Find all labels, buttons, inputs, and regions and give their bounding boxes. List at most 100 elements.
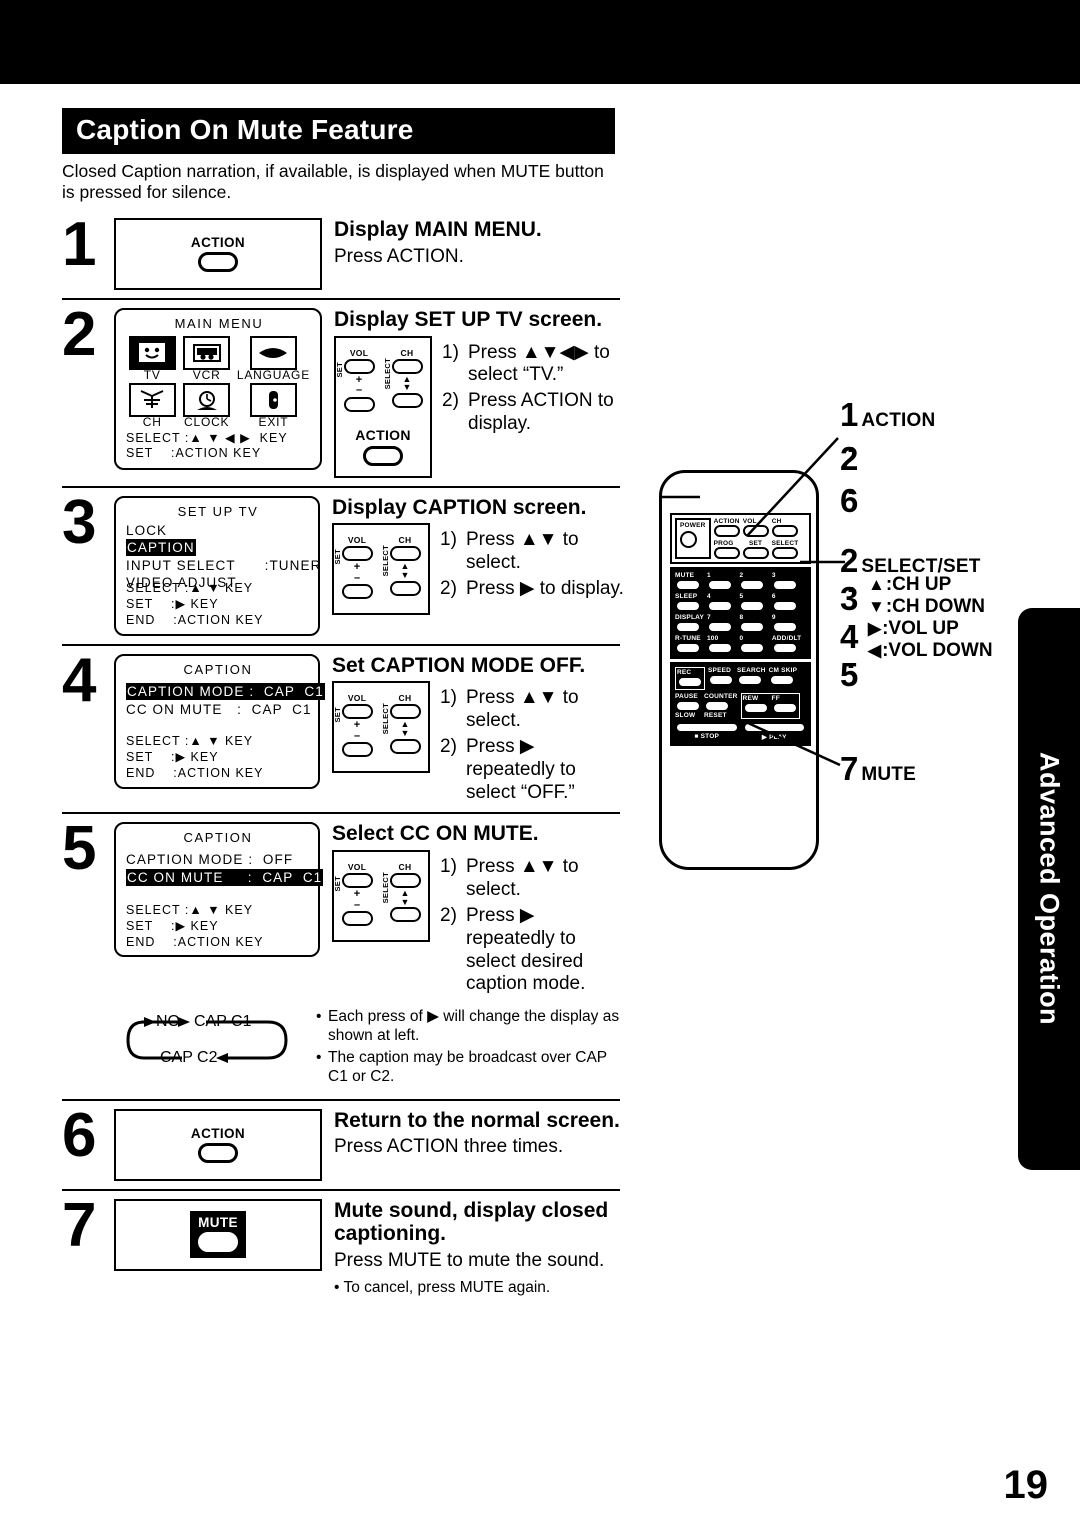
set-side-label: SET: [333, 707, 342, 723]
step-text: Return to the normal screen. Press ACTIO…: [322, 1109, 624, 1181]
step-visual: MUTE: [114, 1198, 322, 1298]
button-label: MUTE: [198, 1215, 238, 1231]
vcr-icon: [183, 335, 231, 370]
osd-title: SET UP TV: [177, 503, 259, 519]
step-heading: Display SET UP TV screen.: [334, 307, 603, 331]
vol-rocker[interactable]: SET VOL + –: [333, 535, 376, 600]
menu-cell-label: VCR: [192, 367, 221, 382]
ch-down-button[interactable]: [391, 392, 423, 408]
setup-tv-osd: SET UP TV LOCK CAPTION INPUT SELECT :TUN…: [114, 495, 320, 636]
legend-vol-down: ◀ :VOL DOWN: [868, 640, 993, 662]
step-visual: SET UP TV LOCK CAPTION INPUT SELECT :TUN…: [114, 495, 320, 636]
menu-cell-exit[interactable]: EXIT: [237, 382, 310, 429]
menu-cell-language[interactable]: LANGUAGE: [236, 335, 310, 382]
osd-row-label: CAPTION MODE: [126, 852, 244, 868]
ch-up-button[interactable]: [389, 873, 421, 889]
step-number: 5: [62, 814, 97, 884]
callout-number: 7: [840, 750, 859, 787]
list-marker: 2): [440, 904, 457, 926]
button-oval-icon: [198, 1143, 238, 1164]
vol-rocker[interactable]: SET VOL + –: [333, 862, 376, 927]
ch-label: CH: [398, 693, 412, 704]
osd-row[interactable]: INPUT SELECT :TUNER: [126, 557, 320, 574]
down-glyph: ▼: [400, 569, 410, 580]
step-heading: Select CC ON MUTE.: [332, 822, 539, 846]
list-item: 2) Press ▶ repeatedly to select desired …: [440, 905, 624, 996]
callout-number: 5: [840, 656, 859, 693]
vol-rocker[interactable]: SET VOL + –: [335, 348, 378, 413]
note-text: The caption may be broadcast over CAP C1…: [328, 1049, 607, 1085]
ch-label: CH: [400, 347, 414, 358]
osd-row[interactable]: CC ON MUTE : CAP C1: [126, 701, 311, 718]
step-5: 5 CAPTION CAPTION MODE : OFF CC ON MUTE …: [62, 814, 624, 1004]
menu-cell-vcr[interactable]: VCR: [182, 335, 231, 382]
osd-row-highlighted[interactable]: CAPTION: [126, 538, 310, 557]
vol-rocker[interactable]: SET VOL + –: [333, 693, 376, 758]
list-item: 2) Press ▶ repeatedly to select “OFF.”: [440, 736, 624, 804]
osd-row[interactable]: LOCK: [126, 522, 310, 539]
exit-door-icon: [249, 382, 297, 417]
osd-row-value: : CAP C1: [247, 869, 323, 885]
ch-up-button[interactable]: [389, 704, 421, 720]
osd-row[interactable]: CAPTION MODE : OFF: [126, 851, 310, 868]
osd-row-label: CC ON MUTE: [127, 869, 224, 885]
callout-5: 5: [840, 656, 859, 693]
osd-footer-end: END :ACTION KEY: [126, 765, 264, 780]
step-text: Display MAIN MENU. Press ACTION.: [322, 218, 624, 290]
remote-inset: SET VOL + – SELECT CH ▲ ▼: [332, 681, 430, 774]
select-side-label: SELECT: [381, 545, 390, 577]
ch-up-button[interactable]: [391, 358, 423, 374]
caption-mode-cycle-diagram: NO CAP C1 CAP C2: [120, 1008, 310, 1080]
legend-text: :VOL UP: [882, 618, 959, 639]
inverted-key-area: MUTE: [190, 1211, 246, 1259]
action-button[interactable]: [363, 445, 403, 466]
legend-text: :CH UP: [885, 574, 952, 595]
vol-up-button[interactable]: [343, 358, 375, 374]
vol-down-button[interactable]: [341, 584, 373, 600]
ch-down-button[interactable]: [389, 738, 421, 754]
vol-up-button[interactable]: [341, 873, 373, 889]
bullet-icon: •: [316, 1008, 322, 1026]
osd-row-highlighted[interactable]: CAPTION MODE : CAP C1: [126, 682, 325, 701]
step-note: • To cancel, press MUTE again.: [334, 1279, 551, 1297]
step-visual: ACTION: [114, 1108, 322, 1181]
list-body: Press ▲▼ to select.: [466, 529, 579, 574]
menu-cell-tv[interactable]: TV: [128, 335, 176, 382]
vol-down-button[interactable]: [341, 911, 373, 927]
list-marker: 1): [440, 687, 457, 709]
osd-title: CAPTION: [183, 661, 253, 677]
list-body: Press ▲▼ to select.: [466, 687, 579, 732]
vol-up-button[interactable]: [341, 704, 373, 720]
ch-rocker[interactable]: SELECT CH ▲ ▼: [383, 347, 426, 413]
step-text: Set CAPTION MODE OFF. SET VOL + – SELECT…: [320, 654, 624, 805]
ch-rocker[interactable]: SELECT CH ▲ ▼: [381, 862, 424, 927]
ch-down-button[interactable]: [389, 907, 421, 923]
menu-cell-ch[interactable]: CH: [128, 382, 176, 429]
down-glyph: ▼: [400, 896, 410, 907]
callouts-column: 1 ACTION . 2 . 6 2 SELECT/SET . 3 . 4 . …: [640, 390, 1080, 910]
callout-6: 6: [840, 484, 858, 517]
ch-rocker[interactable]: SELECT CH ▲ ▼: [381, 535, 424, 600]
osd-footer-set: SET :▶ KEY: [126, 918, 219, 933]
list-body: Press ▶ repeatedly to select “OFF.”: [466, 736, 576, 803]
menu-cell-label: LANGUAGE: [236, 367, 310, 382]
remote-inset: SET VOL + – SELECT CH ▲ ▼: [332, 523, 430, 616]
step-6: 6 ACTION Return to the normal screen. Pr…: [62, 1101, 624, 1189]
vol-down-button[interactable]: [343, 396, 375, 412]
menu-cell-clock[interactable]: CLOCK: [182, 382, 231, 429]
cycle-node-no: NO: [156, 1013, 180, 1031]
osd-row-label: INPUT SELECT: [126, 557, 236, 573]
main-menu-osd: MAIN MENU TV VCR LANGUAGE CH CLOCK EXIT …: [114, 307, 322, 471]
step-4: 4 CAPTION CAPTION MODE : CAP C1 CC ON MU…: [62, 646, 624, 813]
remote-inset-with-action: SET VOL + – SELECT CH ▲ ▼ ACTION: [334, 335, 432, 478]
ch-down-button[interactable]: [389, 580, 421, 596]
osd-row-highlighted[interactable]: CC ON MUTE : CAP C1: [126, 868, 324, 887]
legend-ch-up: ▲ :CH UP: [868, 574, 993, 596]
vol-up-button[interactable]: [341, 546, 373, 562]
ch-up-button[interactable]: [389, 546, 421, 562]
osd-row-text: CAPTION MODE : CAP C1: [126, 682, 325, 700]
step-7: 7 MUTE Mute sound, display closed captio…: [62, 1191, 624, 1306]
ch-rocker[interactable]: SELECT CH ▲ ▼: [381, 693, 424, 758]
vol-down-button[interactable]: [341, 742, 373, 758]
legend-vol-up: ▶ :VOL UP: [868, 618, 993, 640]
